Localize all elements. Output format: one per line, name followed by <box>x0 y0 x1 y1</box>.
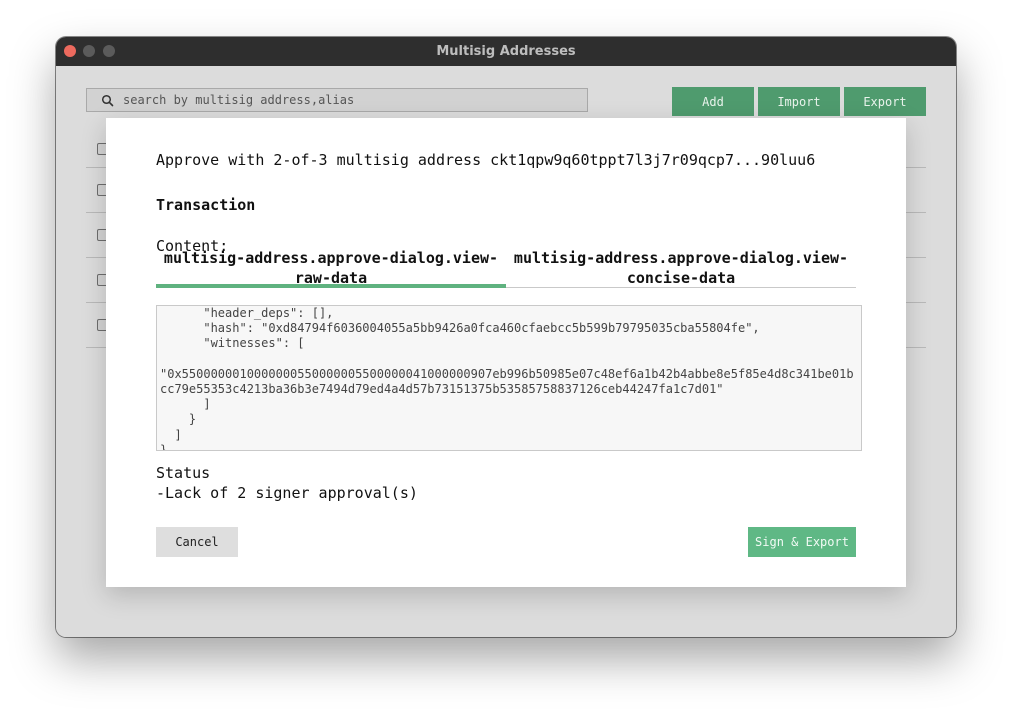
add-button[interactable]: Add <box>672 87 754 116</box>
app-window: Multisig Addresses Add Import Export App… <box>56 37 956 637</box>
data-view-tabs: multisig-address.approve-dialog.view-raw… <box>156 248 856 288</box>
approve-dialog: Approve with 2-of-3 multisig address ckt… <box>106 118 906 587</box>
main-content: Add Import Export Approve with 2-of-3 mu… <box>56 66 956 637</box>
cancel-button[interactable]: Cancel <box>156 527 238 557</box>
search-box <box>86 88 588 112</box>
sign-export-button[interactable]: Sign & Export <box>748 527 856 557</box>
window-title: Multisig Addresses <box>436 44 576 59</box>
transaction-heading: Transaction <box>156 196 256 214</box>
raw-data-viewer[interactable]: "header_deps": [], "hash": "0xd84794f603… <box>156 305 862 451</box>
import-button[interactable]: Import <box>758 87 840 116</box>
raw-data-text: "header_deps": [], "hash": "0xd84794f603… <box>160 306 854 451</box>
close-window-button[interactable] <box>64 45 76 57</box>
active-tab-indicator <box>156 284 506 288</box>
export-button[interactable]: Export <box>844 87 926 116</box>
tab-view-concise-data[interactable]: multisig-address.approve-dialog.view-con… <box>506 248 856 287</box>
tab-view-raw-data[interactable]: multisig-address.approve-dialog.view-raw… <box>156 248 506 287</box>
status-value: -Lack of 2 signer approval(s) <box>156 484 418 502</box>
minimize-window-button[interactable] <box>83 45 95 57</box>
search-icon <box>101 93 115 107</box>
status-label: Status <box>156 464 211 482</box>
dialog-title: Approve with 2-of-3 multisig address ckt… <box>156 151 816 169</box>
maximize-window-button[interactable] <box>103 45 115 57</box>
search-input[interactable] <box>123 89 563 111</box>
title-bar: Multisig Addresses <box>56 37 956 66</box>
